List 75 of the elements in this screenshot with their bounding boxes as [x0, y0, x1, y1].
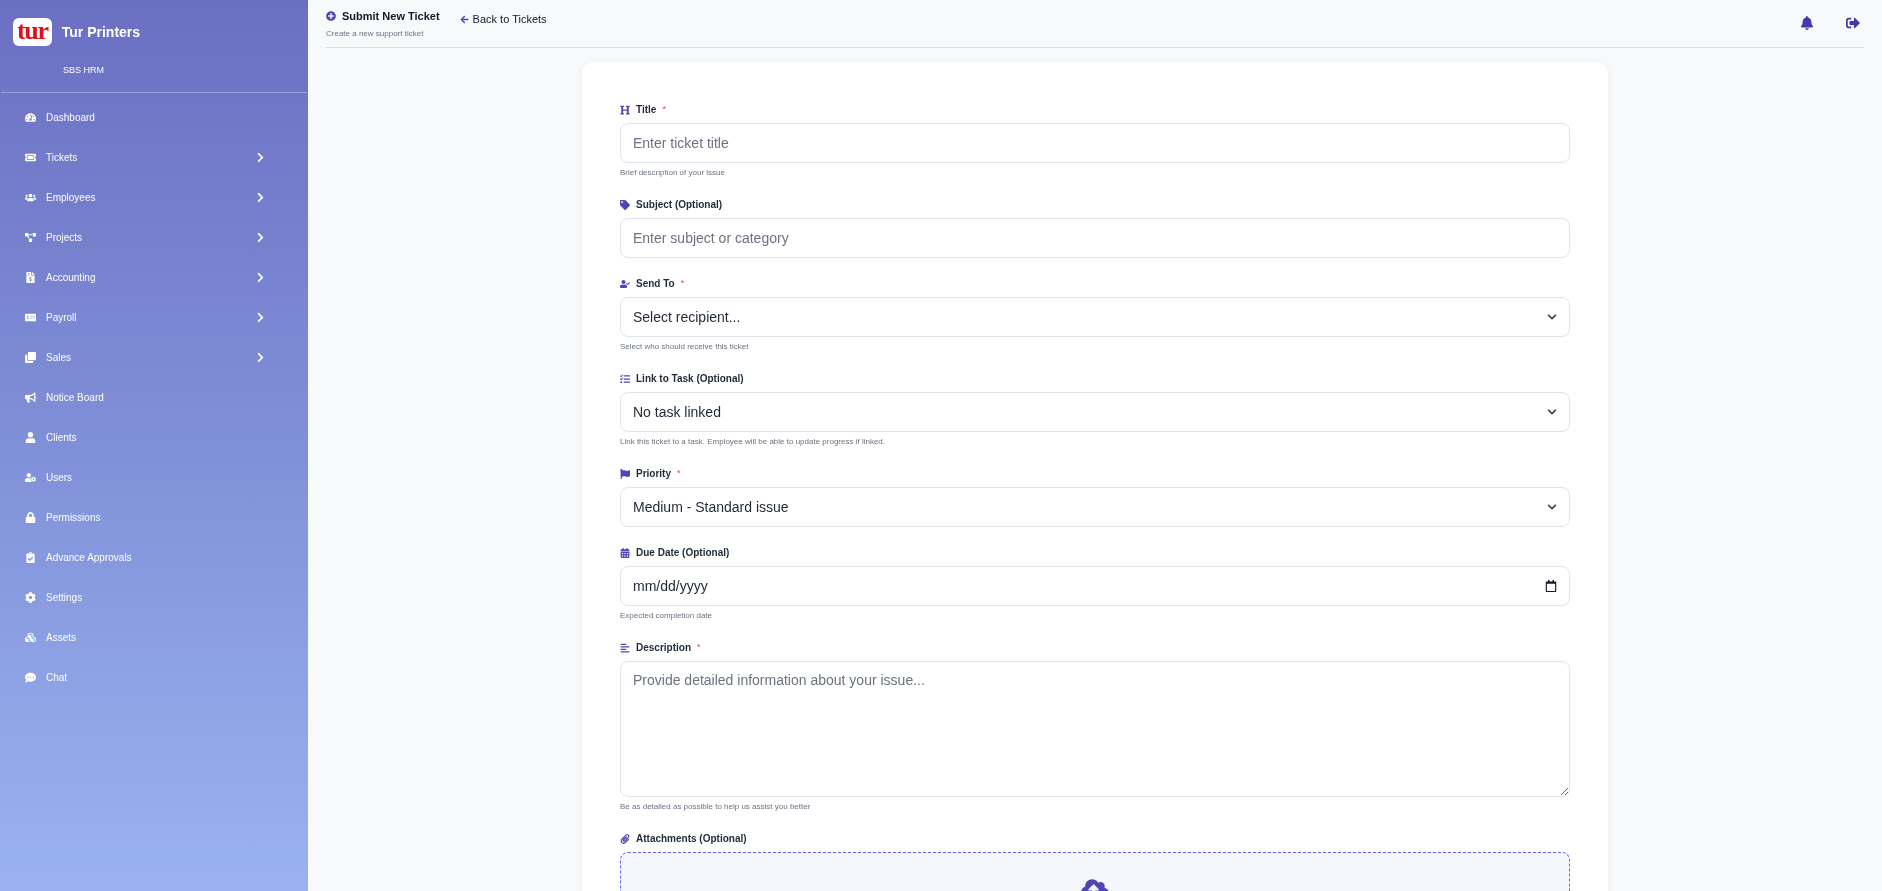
sidebar-item[interactable]: Dashboard — [0, 97, 308, 137]
sidebar-item[interactable]: Advance Approvals — [0, 537, 308, 577]
brand-name: Tur Printers — [61, 22, 141, 42]
chevron-down-icon — [1547, 502, 1557, 512]
sidebar-item[interactable]: Employees — [0, 177, 308, 217]
chevron-down-icon — [1547, 407, 1557, 417]
sidebar-item[interactable]: Accounting — [0, 257, 308, 297]
field-label: Subject (Optional) — [636, 198, 723, 212]
select-field[interactable]: No task linked — [620, 392, 1570, 432]
ticket-icon — [25, 151, 36, 163]
sidebar-item[interactable]: Settings — [0, 577, 308, 617]
select-field[interactable]: Select recipient... — [620, 297, 1570, 337]
sidebar-item[interactable]: Notice Board — [0, 377, 308, 417]
text-field[interactable]: Enter subject or category — [620, 218, 1570, 258]
document-icon — [25, 271, 36, 283]
page-title: Submit New Ticket — [342, 9, 440, 24]
required-mark: * — [697, 643, 701, 652]
notification-bell-icon[interactable] — [1800, 16, 1814, 30]
sidebar-item[interactable]: Users — [0, 457, 308, 497]
field-hint: Brief description of your issue — [620, 167, 726, 179]
required-mark: * — [677, 469, 681, 478]
chevron-down-icon — [1547, 312, 1557, 322]
field-label: Description — [636, 641, 691, 655]
tag-icon — [620, 199, 630, 210]
logo: tur — [13, 18, 52, 46]
lock-icon — [25, 511, 36, 523]
heading-icon — [620, 104, 630, 115]
field-hint: Be as detailed as possible to help us assist you better — [620, 801, 812, 813]
field-label: Send To — [636, 277, 675, 291]
settings-icon — [25, 591, 36, 603]
sidebar-item[interactable]: Payroll — [0, 297, 308, 337]
list-icon — [620, 373, 630, 384]
user-check-icon — [620, 278, 630, 289]
paperclip-icon — [620, 833, 630, 844]
field-label: Title — [636, 103, 657, 117]
people-icon — [25, 191, 36, 203]
megaphone-icon — [25, 391, 36, 403]
logout-icon[interactable] — [1846, 16, 1860, 30]
sidebar-item[interactable]: Tickets — [0, 137, 308, 177]
field-label: Link to Task (Optional) — [636, 372, 744, 386]
boxes-icon — [25, 631, 36, 643]
field-label: Due Date (Optional) — [636, 546, 730, 560]
user-icon — [25, 431, 36, 443]
flag-icon — [620, 468, 630, 479]
arrow-left-icon — [459, 14, 469, 24]
clipboard-icon — [25, 551, 36, 563]
chat-icon — [25, 671, 36, 683]
field-hint: Select who should receive this ticket — [620, 341, 750, 353]
required-mark: * — [680, 279, 685, 288]
sidebar-item[interactable]: Clients — [0, 417, 308, 457]
field-label: Priority — [636, 467, 671, 481]
description-field[interactable]: Provide detailed information about your issue... — [620, 661, 1570, 797]
calendar-icon — [1545, 580, 1557, 592]
page-subtitle: Create a new support ticket — [326, 27, 425, 40]
required-mark: * — [662, 105, 666, 114]
field-hint: Link this ticket to a task. Employee will be able to update progress if linked. — [620, 436, 887, 448]
user-gear-icon — [25, 471, 36, 483]
card-icon — [25, 311, 36, 323]
brand-subtitle: SBS HRM — [63, 65, 104, 75]
sidebar-item[interactable]: Permissions — [0, 497, 308, 537]
sidebar-item[interactable]: Chat — [0, 657, 308, 697]
calendar-icon — [620, 547, 630, 558]
sidebar-item[interactable]: Assets — [0, 617, 308, 657]
stack-icon — [25, 351, 36, 363]
field-hint: Expected completion date — [620, 610, 714, 622]
date-field[interactable]: mm/dd/yyyy — [620, 566, 1570, 606]
dashboard-icon — [25, 111, 36, 123]
back-link[interactable]: Back to Tickets — [459, 11, 547, 28]
sidebar-item[interactable]: Projects — [0, 217, 308, 257]
field-label: Attachments (Optional) — [636, 832, 747, 846]
text-field[interactable]: Enter ticket title — [620, 123, 1570, 163]
text-lines-icon — [620, 642, 630, 653]
sidebar-item[interactable]: Sales — [0, 337, 308, 377]
select-field[interactable]: Medium - Standard issue — [620, 487, 1570, 527]
diagram-icon — [25, 231, 36, 243]
